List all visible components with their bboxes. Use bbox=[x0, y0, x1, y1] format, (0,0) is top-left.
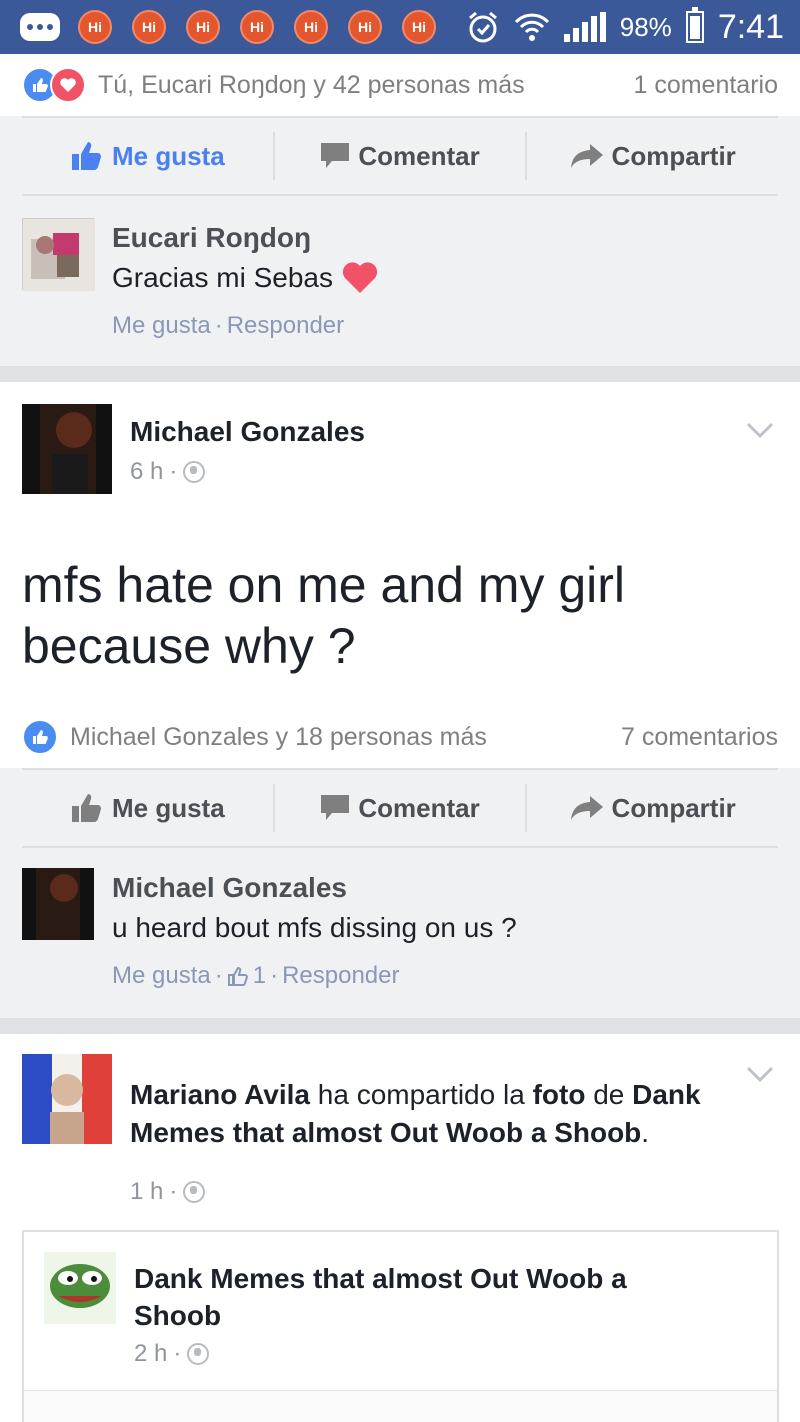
shared-post[interactable]: Dank Memes that almost Out Woob a Shoob … bbox=[22, 1230, 779, 1422]
reaction-summary[interactable]: Michael Gonzales y 18 personas más 7 com… bbox=[0, 706, 800, 768]
shared-image[interactable] bbox=[24, 1390, 777, 1422]
signal-icon bbox=[563, 12, 606, 42]
comment-text: u heard bout mfs dissing on us ? bbox=[112, 912, 517, 943]
post-timestamp[interactable]: 6 h · bbox=[130, 458, 206, 486]
comment-button[interactable]: Comentar bbox=[272, 784, 526, 832]
like-reaction-icon bbox=[22, 719, 58, 755]
globe-icon bbox=[183, 461, 206, 483]
alarm-icon bbox=[468, 11, 497, 43]
post-text: mfs hate on me and my girl because why ? bbox=[22, 557, 626, 674]
reaction-count: Michael Gonzales y 18 personas más bbox=[70, 722, 487, 751]
chevron-down-icon[interactable] bbox=[746, 422, 774, 440]
wifi-icon bbox=[514, 13, 549, 41]
feed-separator bbox=[0, 366, 800, 382]
avatar[interactable] bbox=[22, 404, 112, 494]
notification-icon: Hi bbox=[186, 10, 220, 44]
notification-icon: Hi bbox=[132, 10, 166, 44]
share-icon bbox=[570, 144, 603, 168]
shared-page-name[interactable]: Dank Memes that almost Out Woob a Shoob bbox=[134, 1260, 694, 1334]
notification-icon: Hi bbox=[240, 10, 274, 44]
shared-object-link[interactable]: foto bbox=[533, 1079, 586, 1110]
reaction-summary[interactable]: Tú, Eucari Roŋdoŋ y 42 personas más 1 co… bbox=[0, 54, 800, 116]
thumbs-up-icon bbox=[71, 142, 101, 170]
notification-icon: Hi bbox=[294, 10, 328, 44]
avatar[interactable] bbox=[22, 1054, 112, 1144]
battery-icon bbox=[685, 7, 704, 43]
comment-icon bbox=[321, 143, 350, 168]
post-actions: Me gusta Comentar Compartir bbox=[22, 768, 778, 848]
feed-separator bbox=[0, 1018, 800, 1034]
post-timestamp[interactable]: 1 h · bbox=[130, 1178, 206, 1206]
comment-text: Gracias mi Sebas bbox=[112, 258, 772, 298]
globe-icon bbox=[183, 1181, 206, 1203]
comment-icon bbox=[321, 795, 350, 820]
like-button[interactable]: Me gusta bbox=[22, 132, 273, 180]
post-author[interactable]: Michael Gonzales bbox=[130, 416, 365, 448]
notification-icon: Hi bbox=[348, 10, 382, 44]
heart-icon bbox=[342, 262, 378, 293]
page-avatar[interactable] bbox=[44, 1252, 116, 1324]
comment-author[interactable]: Eucari Roŋdoŋ bbox=[112, 218, 772, 258]
battery-level: 98% bbox=[619, 11, 672, 42]
notification-icon: Hi bbox=[402, 10, 436, 44]
globe-icon bbox=[187, 1343, 210, 1365]
comment-like-link[interactable]: Me gusta bbox=[112, 312, 211, 340]
comment-author[interactable]: Michael Gonzales bbox=[112, 868, 772, 908]
comment-button[interactable]: Comentar bbox=[272, 132, 526, 180]
comment-actions: Me gusta · 1 · Responder bbox=[112, 962, 400, 990]
share-button[interactable]: Compartir bbox=[525, 784, 778, 832]
comment-reply-link[interactable]: Responder bbox=[282, 962, 399, 990]
comment-count[interactable]: 1 comentario bbox=[633, 71, 778, 100]
love-reaction-icon bbox=[50, 67, 86, 103]
thumbs-up-outline-icon bbox=[227, 966, 248, 986]
avatar[interactable] bbox=[22, 868, 94, 940]
share-button[interactable]: Compartir bbox=[525, 132, 778, 180]
chevron-down-icon[interactable] bbox=[746, 1066, 774, 1084]
comment-like-link[interactable]: Me gusta bbox=[112, 962, 211, 990]
like-button[interactable]: Me gusta bbox=[22, 784, 273, 832]
comment-actions: Me gusta · Responder bbox=[112, 312, 345, 340]
post-headline: Mariano Avila ha compartido la foto de D… bbox=[130, 1079, 701, 1148]
post-author[interactable]: Mariano Avila bbox=[130, 1079, 310, 1110]
comment-count[interactable]: 7 comentarios bbox=[621, 723, 778, 752]
clock: 7:41 bbox=[717, 7, 784, 46]
reaction-count: Tú, Eucari Roŋdoŋ y 42 personas más bbox=[98, 70, 525, 99]
avatar[interactable] bbox=[22, 218, 95, 291]
status-bar: Hi Hi Hi Hi Hi Hi Hi 98% 7:41 bbox=[0, 0, 800, 54]
shared-post-timestamp[interactable]: 2 h · bbox=[134, 1340, 210, 1368]
comment-like-count: 1 bbox=[252, 962, 267, 989]
share-icon bbox=[570, 796, 603, 820]
more-icon bbox=[20, 13, 60, 41]
thumbs-up-icon bbox=[71, 794, 101, 822]
comment-reply-link[interactable]: Responder bbox=[227, 312, 344, 340]
post-actions: Me gusta Comentar Compartir bbox=[22, 116, 778, 196]
notification-icon: Hi bbox=[78, 10, 112, 44]
